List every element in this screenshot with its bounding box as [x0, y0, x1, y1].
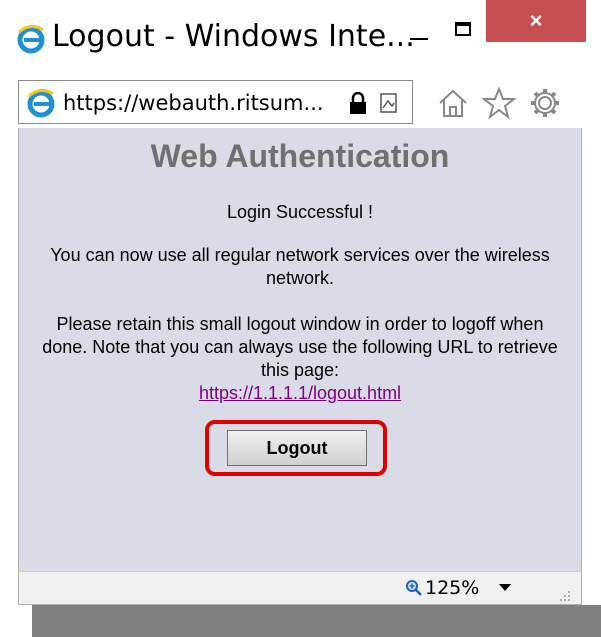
maximize-button[interactable] [444, 14, 484, 54]
page-title: Web Authentication [150, 138, 450, 174]
minimize-button[interactable] [400, 20, 438, 54]
zoom-dropdown-icon[interactable] [499, 584, 511, 591]
address-bar: https://webauth.ritsum... [18, 80, 582, 128]
compatibility-view-icon[interactable] [379, 92, 399, 114]
close-button[interactable]: × [486, 0, 586, 42]
url-text: https://webauth.ritsum... [63, 91, 324, 115]
page-content: Web Authentication Login Successful ! Yo… [18, 128, 582, 571]
zoom-level[interactable]: 125% [425, 577, 479, 599]
login-status-text: Login Successful ! [226, 202, 374, 222]
url-field[interactable]: https://webauth.ritsum... [18, 80, 413, 124]
url-host: ritsum... [236, 91, 324, 115]
internet-explorer-icon [17, 25, 45, 54]
window-title: Logout - Windows Inte... [52, 19, 415, 54]
internet-explorer-icon [27, 89, 55, 118]
retain-note-text: Please retain this small logout window i… [42, 314, 558, 380]
logout-button[interactable]: Logout [227, 430, 367, 466]
favorites-star-icon[interactable] [482, 86, 516, 120]
url-prefix: https://webauth. [63, 91, 237, 115]
gear-icon[interactable] [528, 86, 562, 120]
home-icon[interactable] [436, 86, 470, 120]
resize-grip-icon[interactable] [557, 588, 571, 602]
lock-icon[interactable] [349, 92, 367, 114]
retain-note: Please retain this small logout window i… [33, 313, 567, 405]
title-bar[interactable]: Logout - Windows Inte... × [0, 0, 601, 80]
network-info-text: You can now use all regular network serv… [50, 245, 550, 288]
logout-url-link[interactable]: https://1.1.1.1/logout.html [199, 383, 401, 403]
maximize-icon [455, 22, 471, 36]
minimize-icon [410, 38, 428, 40]
ie-window: Logout - Windows Inte... × https://webau… [0, 0, 601, 605]
status-bar: 125% [18, 571, 582, 605]
zoom-icon[interactable] [405, 579, 423, 597]
close-icon: × [529, 8, 543, 33]
